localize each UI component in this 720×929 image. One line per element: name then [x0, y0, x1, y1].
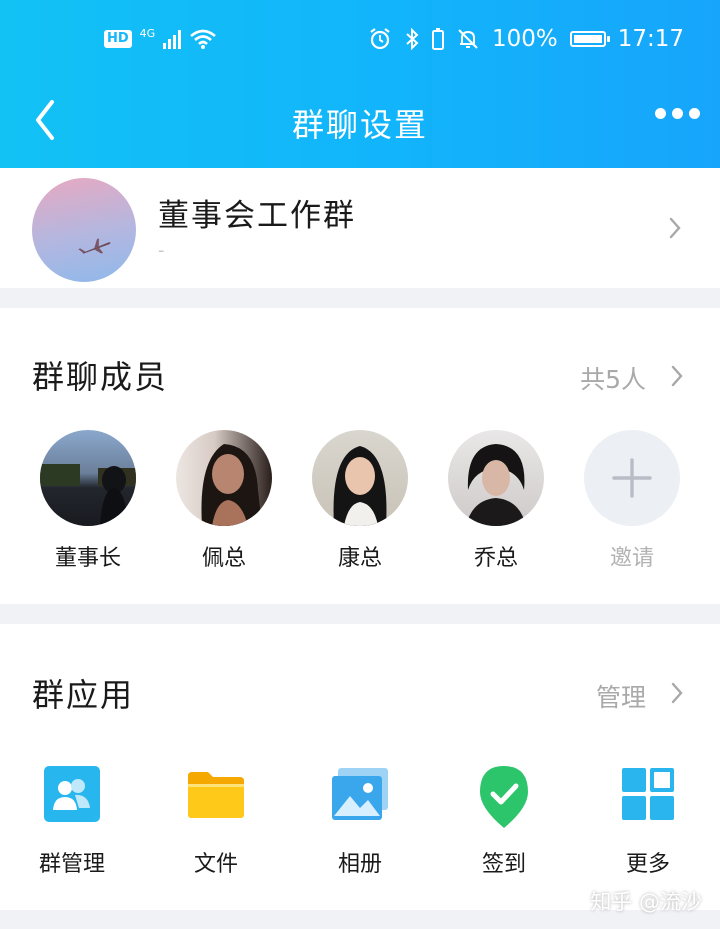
- mute-icon: [458, 29, 478, 49]
- app-files[interactable]: 文件: [144, 764, 288, 878]
- hd-badge: HD: [104, 30, 132, 48]
- check-in-icon: [474, 764, 534, 828]
- avatar: [312, 430, 408, 526]
- app-label: 群管理: [38, 852, 105, 877]
- page-title: 群聊设置: [291, 106, 428, 144]
- member-name: 董事长: [54, 546, 121, 571]
- avatar: [448, 430, 544, 526]
- members-title: 群聊成员: [32, 358, 169, 396]
- member-item[interactable]: 佩总: [156, 430, 292, 572]
- bluetooth-icon: [406, 27, 419, 51]
- app-album[interactable]: 相册: [288, 764, 432, 878]
- folder-icon: [186, 764, 246, 824]
- member-name: 佩总: [201, 546, 246, 571]
- group-apps-section: 群应用 管理 群管理 文件 相册 签到 更多: [0, 624, 720, 910]
- wifi-icon: [190, 29, 217, 49]
- member-item[interactable]: 康总: [292, 430, 428, 572]
- more-grid-icon: [618, 764, 678, 824]
- member-name: 康总: [337, 546, 382, 571]
- invite-button[interactable]: 邀请: [564, 430, 700, 572]
- member-name: 乔总: [473, 546, 518, 571]
- app-check-in[interactable]: 签到: [432, 764, 576, 878]
- app-label: 更多: [625, 852, 670, 877]
- airplane-icon: [78, 238, 111, 254]
- alarm-icon: [370, 28, 390, 50]
- members-section: 群聊成员 共5人 董事长 佩总 康总 乔总 邀请: [0, 308, 720, 604]
- network-type: 4G: [139, 26, 156, 40]
- battery-saver-icon: [431, 28, 444, 50]
- nav-bar: 群聊设置: [0, 92, 720, 148]
- app-label: 签到: [481, 852, 526, 877]
- member-item[interactable]: 董事长: [20, 430, 156, 572]
- apps-title: 群应用: [32, 676, 135, 714]
- dot-icon: [672, 108, 683, 119]
- more-options-button[interactable]: [655, 108, 700, 119]
- member-item[interactable]: 乔总: [428, 430, 564, 572]
- battery-icon: [569, 31, 610, 47]
- album-icon: [330, 764, 390, 824]
- chevron-right-icon: [668, 216, 682, 240]
- app-label: 相册: [337, 852, 382, 877]
- group-name: 董事会工作群: [158, 198, 356, 234]
- app-more[interactable]: 更多: [576, 764, 720, 878]
- clock: 17:17: [617, 26, 684, 52]
- status-bar: HD 4G 100% 17:17: [0, 26, 720, 58]
- chevron-right-icon[interactable]: [670, 681, 684, 705]
- chevron-right-icon[interactable]: [670, 364, 684, 388]
- member-count[interactable]: 共5人: [580, 360, 646, 396]
- invite-label: 邀请: [609, 546, 654, 571]
- dot-icon: [655, 108, 666, 119]
- group-avatar: [32, 178, 136, 282]
- watermark: 知乎 @流沙: [590, 890, 702, 914]
- avatar: [176, 430, 272, 526]
- dot-icon: [689, 108, 700, 119]
- app-group-manage[interactable]: 群管理: [0, 764, 144, 878]
- battery-percent: 100%: [491, 26, 558, 52]
- app-label: 文件: [193, 852, 238, 877]
- group-info-row[interactable]: 董事会工作群 -: [0, 168, 720, 288]
- manage-link[interactable]: 管理: [596, 678, 646, 714]
- group-manage-icon: [42, 764, 102, 824]
- group-remark: -: [158, 240, 165, 261]
- avatar: [40, 430, 136, 526]
- header-bar: HD 4G 100% 17:17 群聊设置: [0, 0, 720, 168]
- add-icon: [584, 430, 680, 526]
- signal-icon: [163, 29, 182, 49]
